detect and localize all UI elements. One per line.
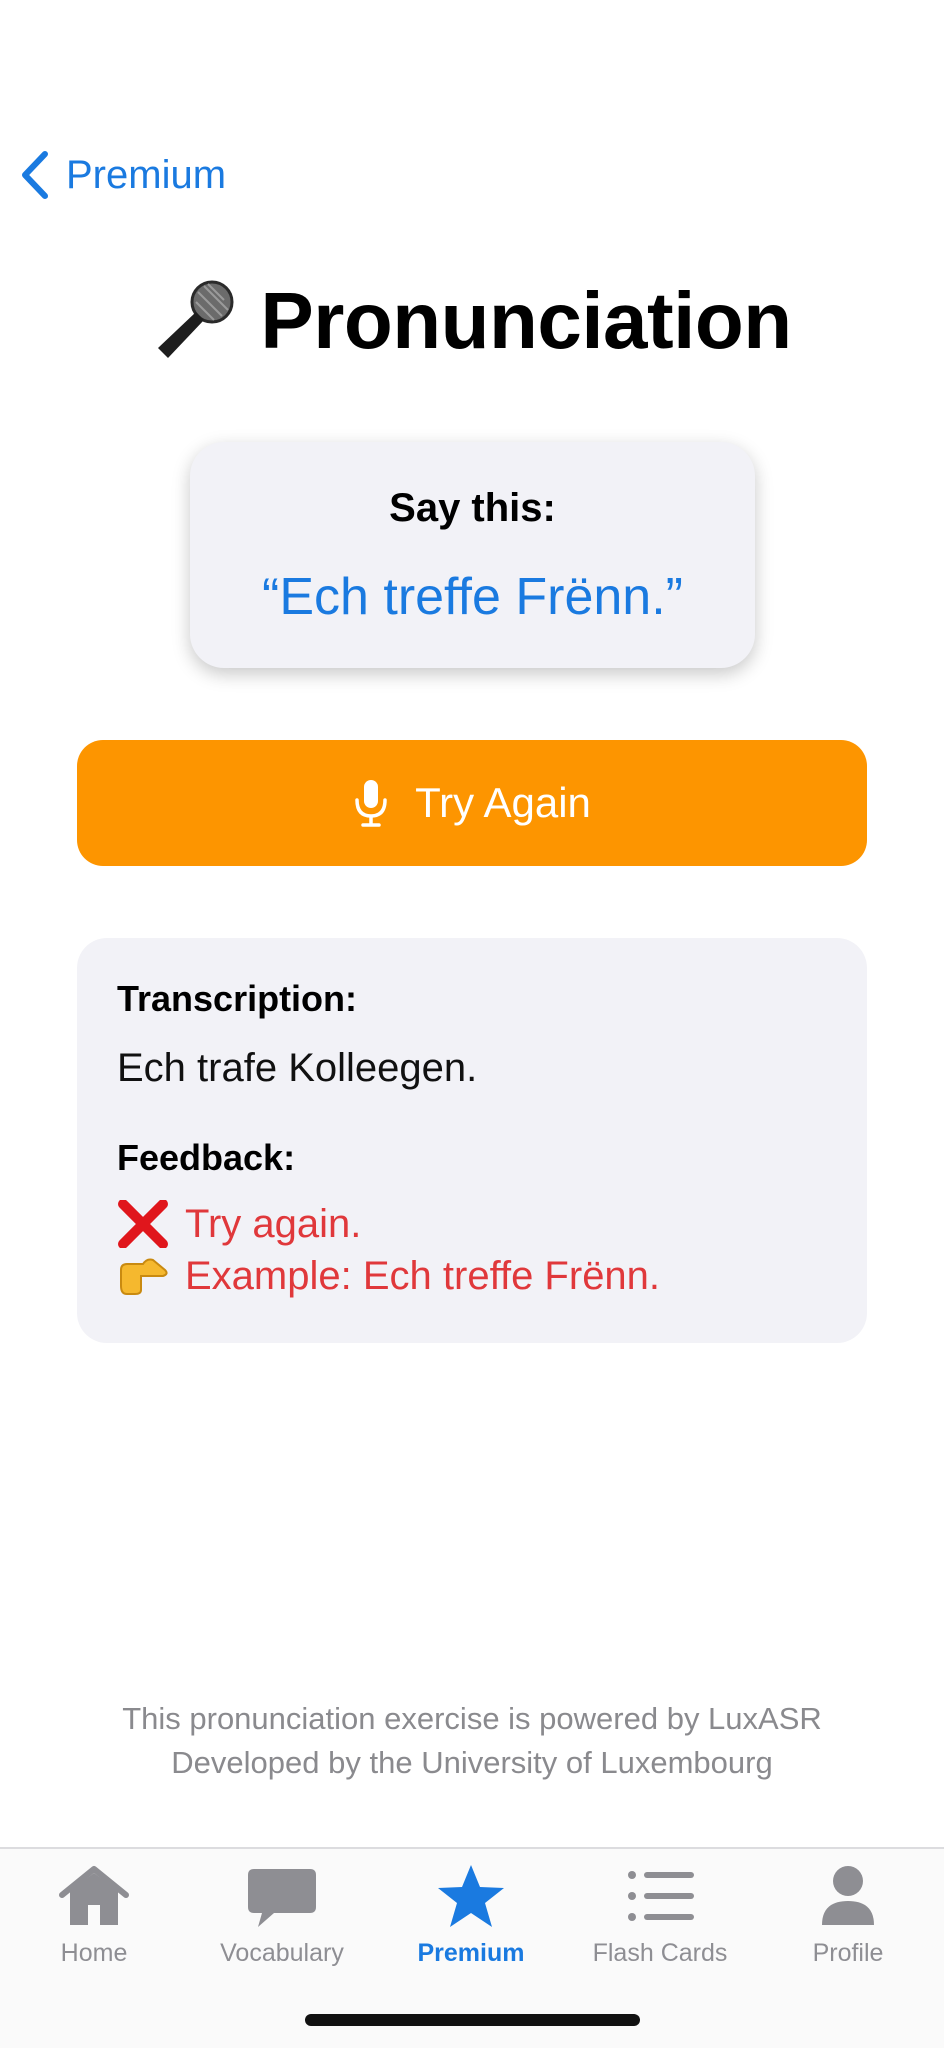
tab-home[interactable]: Home	[9, 1863, 179, 1968]
list-icon	[628, 1871, 694, 1921]
transcription-label: Transcription:	[117, 978, 358, 1019]
home-indicator	[305, 2014, 640, 2026]
pointing-hand-icon	[120, 1258, 168, 1295]
back-button[interactable]: Premium	[18, 150, 226, 200]
feedback-label: Feedback:	[117, 1137, 296, 1178]
prompt-label: Say this:	[389, 486, 556, 530]
tab-home-label: Home	[60, 1939, 128, 1967]
microphone-icon	[158, 280, 234, 358]
tab-profile-label: Profile	[812, 1939, 884, 1967]
feedback-example: Example: Ech treffe Frënn.	[117, 1252, 660, 1300]
tab-vocabulary-label: Vocabulary	[220, 1939, 344, 1967]
feedback-status-text: Try again.	[185, 1201, 362, 1246]
tab-premium-label: Premium	[417, 1939, 525, 1967]
microphone-icon	[355, 780, 387, 827]
chevron-left-icon	[22, 151, 48, 199]
credits-line-1: This pronunciation exercise is powered b…	[122, 1701, 822, 1736]
tab-premium[interactable]: Premium	[386, 1863, 556, 1968]
house-icon	[59, 1866, 129, 1925]
feedback-example-text: Example: Ech treffe Frënn.	[185, 1253, 661, 1298]
tab-flash-cards-label: Flash Cards	[592, 1939, 728, 1967]
feedback-status: Try again.	[117, 1200, 361, 1248]
page-title-text: Pronunciation	[260, 276, 792, 365]
tab-flash-cards[interactable]: Flash Cards	[575, 1863, 745, 1968]
speech-bubble-icon	[248, 1869, 316, 1927]
try-again-button[interactable]: Try Again	[77, 740, 867, 866]
credits: This pronunciation exercise is powered b…	[0, 1697, 944, 1785]
page-title: Pronunciation	[0, 275, 944, 367]
cross-mark-icon	[118, 1200, 168, 1248]
tab-vocabulary[interactable]: Vocabulary	[197, 1863, 367, 1968]
back-button-label: Premium	[66, 152, 227, 197]
result-card: Transcription: Ech trafe Kolleegen. Feed…	[77, 938, 867, 1343]
pronunciation-screen: Premium Pronunciation Say this: “Ech tre…	[0, 0, 944, 2048]
star-icon	[438, 1865, 504, 1927]
prompt-card: Say this: “Ech treffe Frënn.”	[190, 442, 755, 668]
transcription-text: Ech trafe Kolleegen.	[117, 1046, 478, 1090]
prompt-phrase: “Ech treffe Frënn.”	[262, 568, 683, 626]
tab-profile[interactable]: Profile	[763, 1863, 933, 1968]
try-again-label: Try Again	[415, 779, 591, 826]
credits-line-2: Developed by the University of Luxembour…	[171, 1745, 773, 1780]
person-icon	[822, 1866, 874, 1925]
